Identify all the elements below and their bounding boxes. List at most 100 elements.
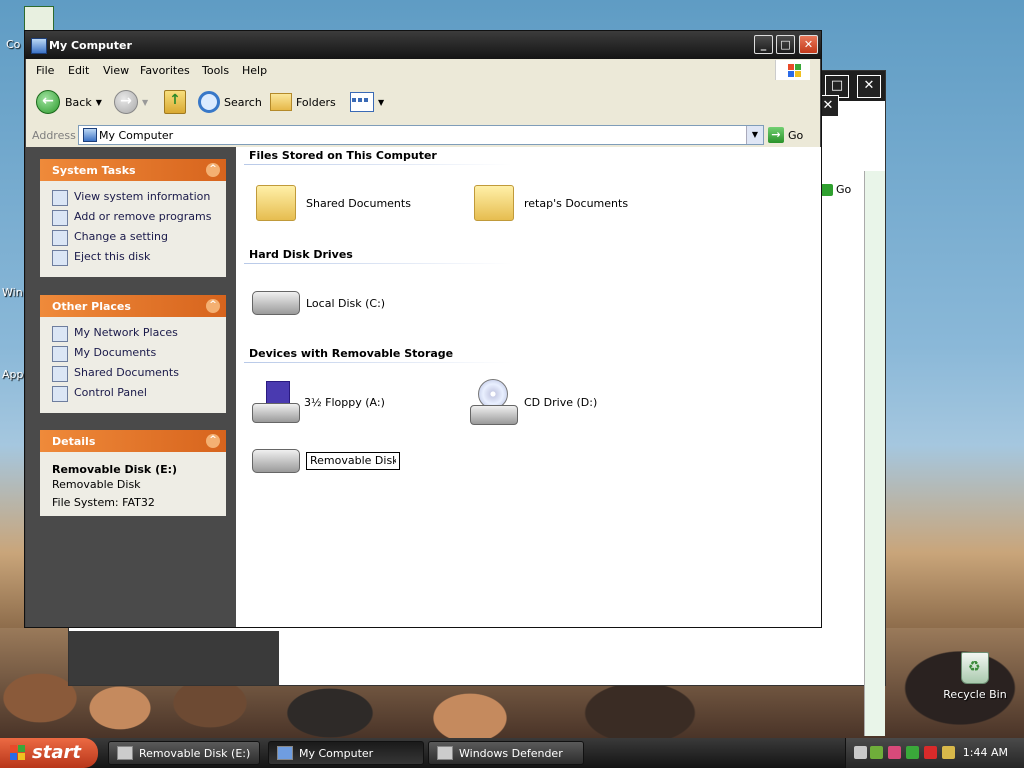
taskbar-my-computer[interactable]: My Computer [268, 741, 424, 765]
file-view[interactable]: Files Stored on This Computer Shared Doc… [236, 147, 821, 627]
other-places-title: Other Places [52, 300, 131, 313]
details-panel: Details ^ Removable Disk (E:) Removable … [40, 430, 226, 516]
window-title: My Computer [49, 39, 132, 52]
folder-icon [256, 185, 296, 221]
computer-icon [31, 38, 47, 54]
minimize-button[interactable]: _ [754, 35, 773, 54]
menu-view[interactable]: View [103, 64, 129, 77]
item-floppy-a[interactable]: 3½ Floppy (A:) [252, 381, 385, 423]
back-arrow-icon: ← [36, 90, 60, 114]
control-panel-icon [52, 386, 68, 402]
documents-icon [52, 346, 68, 362]
tray-green-icon[interactable] [870, 746, 883, 759]
system-tasks-header[interactable]: System Tasks ^ [40, 159, 226, 181]
tray-shield-icon[interactable] [888, 746, 901, 759]
tray-safely-remove-icon[interactable] [906, 746, 919, 759]
task-view-system-information[interactable]: View system information [40, 187, 226, 207]
recycle-bin-icon [961, 652, 989, 684]
search-button[interactable]: Search [198, 89, 262, 115]
close-button[interactable]: ✕ [799, 35, 818, 54]
menu-edit[interactable]: Edit [68, 64, 89, 77]
go-button[interactable]: → Go [768, 127, 803, 143]
menu-file[interactable]: File [36, 64, 54, 77]
task-change-setting[interactable]: Change a setting [40, 227, 226, 247]
item-label: Shared Documents [306, 196, 411, 210]
taskbar-removable-disk[interactable]: Removable Disk (E:) [108, 741, 260, 765]
up-button[interactable]: ↑ [164, 89, 186, 115]
background-left-pane [69, 631, 279, 685]
place-my-documents[interactable]: My Documents [40, 343, 226, 363]
search-icon [198, 91, 220, 113]
desktop-label-1: Co [6, 38, 21, 51]
folders-button[interactable]: Folders [270, 89, 336, 115]
section-divider [244, 263, 512, 264]
item-cd-drive-d[interactable]: CD Drive (D:) [470, 379, 597, 425]
item-label: Local Disk (C:) [306, 296, 386, 310]
taskbar-windows-defender[interactable]: Windows Defender [428, 741, 584, 765]
task-eject-disk[interactable]: Eject this disk [40, 247, 226, 267]
background-close-button[interactable]: ✕ [857, 75, 881, 98]
folder-icon [52, 366, 68, 382]
chevron-down-icon[interactable]: ▼ [142, 98, 148, 107]
menu-favorites[interactable]: Favorites [140, 64, 190, 77]
section-files-stored: Files Stored on This Computer [249, 149, 437, 162]
tray-alert-icon[interactable] [924, 746, 937, 759]
collapse-icon[interactable]: ^ [206, 163, 220, 177]
item-local-disk-c[interactable]: Local Disk (C:) [252, 291, 385, 315]
start-button[interactable]: start [0, 738, 98, 768]
address-input[interactable]: My Computer ▼ [78, 125, 764, 145]
control-panel-icon [52, 230, 68, 246]
computer-icon [83, 128, 97, 142]
views-button[interactable]: ▼ [350, 89, 384, 115]
folder-up-icon: ↑ [164, 90, 186, 114]
clock[interactable]: 1:44 AM [963, 746, 1008, 759]
place-control-panel[interactable]: Control Panel [40, 383, 226, 403]
forward-button[interactable]: → ▼ [114, 89, 148, 115]
menu-help[interactable]: Help [242, 64, 267, 77]
other-places-panel: Other Places ^ My Network Places My Docu… [40, 295, 226, 413]
place-label: Shared Documents [74, 366, 179, 379]
floppy-drive-icon [252, 381, 300, 423]
back-button[interactable]: ← Back ▼ [36, 89, 102, 115]
item-label: retap's Documents [524, 196, 629, 210]
details-file-system: File System: FAT32 [52, 496, 155, 509]
background-green-strip [864, 171, 885, 736]
address-dropdown-button[interactable]: ▼ [746, 126, 763, 144]
start-label: start [32, 742, 81, 763]
menu-tools[interactable]: Tools [202, 64, 229, 77]
task-add-remove-programs[interactable]: Add or remove programs [40, 207, 226, 227]
recycle-bin-shortcut[interactable]: Recycle Bin [940, 652, 1010, 701]
network-icon [52, 326, 68, 342]
tray-speaker-icon[interactable] [942, 746, 955, 759]
chevron-down-icon[interactable]: ▼ [378, 98, 384, 107]
my-computer-window[interactable]: My Computer _ □ ✕ File Edit View Favorit… [24, 30, 822, 628]
details-title: Details [52, 435, 96, 448]
place-my-network-places[interactable]: My Network Places [40, 323, 226, 343]
collapse-icon[interactable]: ^ [206, 434, 220, 448]
item-shared-documents[interactable]: Shared Documents [256, 185, 411, 221]
folders-label: Folders [296, 95, 336, 109]
taskbar-label: Windows Defender [459, 746, 563, 760]
details-header[interactable]: Details ^ [40, 430, 226, 452]
programs-icon [52, 210, 68, 226]
chevron-down-icon[interactable]: ▼ [96, 98, 102, 107]
removable-disk-icon [117, 746, 133, 760]
tray-network-icon[interactable] [854, 746, 867, 759]
item-retaps-documents[interactable]: retap's Documents [474, 185, 628, 221]
computer-icon [277, 746, 293, 760]
place-label: My Network Places [74, 326, 178, 339]
other-places-header[interactable]: Other Places ^ [40, 295, 226, 317]
item-removable-disk-e[interactable] [252, 449, 400, 473]
collapse-icon[interactable]: ^ [206, 299, 220, 313]
go-arrow-icon [821, 184, 833, 196]
back-label: Back [65, 95, 92, 109]
titlebar[interactable]: My Computer _ □ ✕ [25, 31, 821, 59]
place-shared-documents[interactable]: Shared Documents [40, 363, 226, 383]
desktop-label-3: App [2, 368, 24, 381]
rename-input[interactable] [306, 452, 400, 470]
maximize-button[interactable]: □ [776, 35, 795, 54]
desktop-app-icon[interactable] [24, 6, 54, 32]
go-arrow-icon: → [768, 127, 784, 143]
background-go-button[interactable]: Go [821, 183, 851, 196]
desktop-label-2: Win [2, 286, 23, 299]
